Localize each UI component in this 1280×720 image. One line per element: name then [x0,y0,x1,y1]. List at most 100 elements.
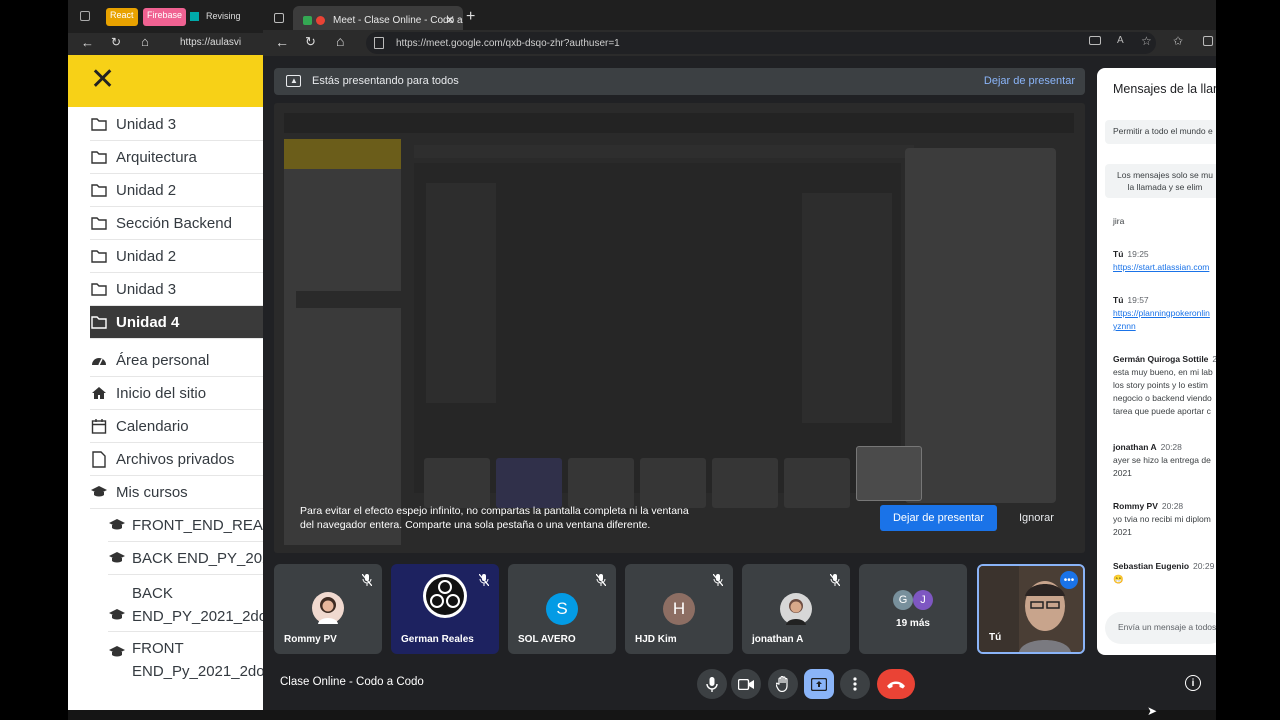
sidebar-header: ✕ [68,55,263,107]
sidebar-item-label: END_PY_2021_2doC [132,608,263,625]
participant-tile[interactable]: S SOL AVERO [508,564,616,654]
sidebar-item-front-end-react[interactable]: FRONT_END_REACT [108,509,263,542]
participant-tile[interactable]: jonathan A [742,564,850,654]
collections-icon[interactable] [1203,36,1213,46]
presenting-banner-text: Estás presentando para todos [312,75,459,87]
chat-line: los story points y lo estim [1113,380,1208,390]
participant-name: Tú [989,632,1002,643]
chat-link[interactable]: yznnn [1113,320,1210,333]
participant-tile[interactable]: H HJD Kim [625,564,733,654]
chat-message: Germán Quiroga Sottile 2 esta muy bueno, … [1113,353,1216,418]
calendar-icon [90,417,108,435]
back-arrow-icon[interactable]: ← [275,34,289,50]
close-tab-icon[interactable]: ✕ [445,13,455,27]
folder-icon [90,115,108,133]
mirror-present-banner [414,145,914,158]
dejar-de-presentar-button[interactable]: Dejar de presentar [880,505,997,531]
chat-message: Rommy PV 20:28 yo tvia no recibi mi diplo… [1113,500,1211,539]
permit-messages-toggle[interactable]: Permitir a todo el mundo e [1105,120,1216,144]
more-options-button[interactable] [840,669,870,699]
home-icon[interactable]: ⌂ [141,34,149,49]
camera-icon [738,678,754,690]
tab-actions-icon[interactable] [80,11,90,21]
avatar: J [913,590,933,610]
avatar: H [663,593,695,625]
mirror-inner-screen [414,163,901,493]
sidebar-item-area-personal[interactable]: Área personal [90,344,263,377]
camera-button[interactable] [731,669,761,699]
tab-react[interactable]: React [106,8,138,26]
sidebar-item-unidad-3[interactable]: Unidad 3 [90,108,263,141]
sidebar-item-arquitectura[interactable]: Arquitectura [90,141,263,174]
sidebar-item-front-end-py-2doc[interactable]: FRONT END_Py_2021_2doC [108,632,263,687]
participant-tile[interactable]: Rommy PV [274,564,382,654]
sidebar-item-unidad-3b[interactable]: Unidad 3 [90,273,263,306]
sidebar-item-mis-cursos[interactable]: Mis cursos [90,476,263,509]
revising-tab-icon [190,12,199,21]
obs-logo-icon [423,574,467,618]
sidebar-item-calendario[interactable]: Calendario [90,410,263,443]
sidebar-item-archivos-privados[interactable]: Archivos privados [90,443,263,476]
leave-call-button[interactable] [877,669,915,699]
folder-icon [90,214,108,232]
participant-strip: Rommy PV German Reales S SOL AVERO H HJD… [274,564,1085,654]
mirror-browser-bar [284,113,1074,133]
address-field[interactable]: https://meet.google.com/qxb-dsqo-zhr?aut… [366,32,1156,54]
self-video-tile[interactable]: ••• Tú [977,564,1085,654]
ignorar-button[interactable]: Ignorar [1019,512,1054,524]
new-tab-button[interactable]: + [466,8,475,26]
participant-name: jonathan A [752,634,804,645]
read-aloud-icon[interactable]: A [1117,35,1124,46]
lock-icon [374,37,384,49]
back-arrow-icon[interactable]: ← [81,35,94,50]
reload-icon[interactable]: ↻ [305,34,316,50]
warning-line-2: del navegador entera. Comparte una sola … [300,519,651,531]
more-options-icon[interactable]: ••• [1060,571,1078,589]
chat-line: esta muy bueno, en mi lab [1113,367,1213,377]
favorites-bar-icon[interactable]: ✩ [1173,34,1183,48]
tab-firebase[interactable]: Firebase [143,8,187,26]
chat-time: 20:28 [1160,442,1182,452]
reload-icon[interactable]: ↻ [111,35,121,49]
background-url[interactable]: https://aulasvi [180,37,241,48]
course-sidebar: ✕ Unidad 3 Arquitectura Unidad 2 Sección… [68,55,263,710]
chat-link[interactable]: https://start.atlassian.com [1113,261,1209,274]
stop-presenting-link[interactable]: Dejar de presentar [984,75,1075,87]
sidebar-item-unidad-2b[interactable]: Unidad 2 [90,240,263,273]
chat-link[interactable]: https://planningpokeronlin [1113,307,1210,320]
sidebar-item-label-group: FRONT END_Py_2021_2doC [132,637,263,683]
sidebar-item-label: Unidad 2 [116,181,177,199]
mic-muted-icon [595,573,607,587]
sidebar-item-seccion-backend[interactable]: Sección Backend [90,207,263,240]
sidebar-item-back-end-py[interactable]: BACK END_PY_2021 [108,542,263,575]
chat-line: 😁 [1113,574,1124,584]
folder-icon [90,313,108,331]
chat-time: 20:29 [1193,561,1215,571]
mirror-active-item [296,291,401,308]
close-icon[interactable]: ✕ [90,63,115,97]
camera-in-use-icon[interactable] [1089,36,1101,45]
chat-sender: Sebastian Eugenio [1113,561,1190,571]
tab-revising[interactable]: Revising [206,11,241,21]
chat-line: 2021 [1113,468,1132,478]
avatar: S [546,593,578,625]
chat-message: jonathan A 20:28 ayer se hizo la entrega … [1113,441,1211,480]
favorite-icon[interactable]: ☆ [1141,34,1152,48]
url-bar: ← ↻ ⌂ https://meet.google.com/qxb-dsqo-z… [263,30,1216,56]
microphone-button[interactable] [697,669,727,699]
tab-actions-icon[interactable] [274,13,284,23]
participant-tile[interactable]: German Reales [391,564,499,654]
participant-tile-more[interactable]: G J 19 más [859,564,967,654]
sidebar-item-label: Unidad 3 [116,115,177,133]
sidebar-item-unidad-2[interactable]: Unidad 2 [90,174,263,207]
chat-input[interactable]: Envía un mensaje a todos [1105,612,1216,644]
meeting-title: Clase Online - Codo a Codo [280,676,424,688]
sidebar-item-back-end-py-2doc[interactable]: BACK END_PY_2021_2doC [108,577,263,632]
raise-hand-button[interactable] [768,669,798,699]
sidebar-item-inicio-del-sitio[interactable]: Inicio del sitio [90,377,263,410]
home-icon [90,384,108,402]
home-icon[interactable]: ⌂ [336,33,344,49]
meeting-details-icon[interactable]: i [1185,675,1201,691]
present-now-button[interactable] [804,669,834,699]
sidebar-item-unidad-4[interactable]: Unidad 4 [90,306,263,339]
